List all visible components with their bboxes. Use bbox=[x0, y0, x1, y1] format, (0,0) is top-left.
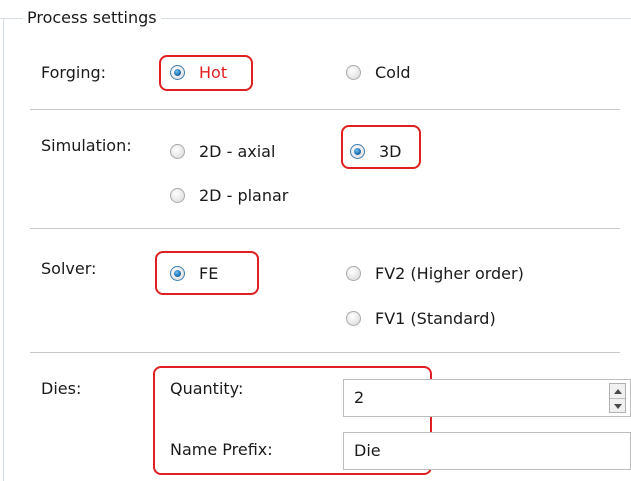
dies-label: Dies: bbox=[41, 379, 82, 398]
solver-fe-label: FE bbox=[199, 264, 219, 283]
solver-fe-radio[interactable]: FE bbox=[170, 264, 218, 283]
up-down-spinner-icon[interactable] bbox=[609, 383, 626, 413]
simulation-label: Simulation: bbox=[41, 136, 132, 155]
group-border-left bbox=[3, 18, 4, 481]
radio-unselected-icon bbox=[170, 144, 185, 159]
radio-unselected-icon bbox=[346, 266, 361, 281]
quantity-value: 2 bbox=[354, 388, 365, 407]
radio-selected-icon bbox=[170, 65, 185, 80]
name-prefix-value: Die bbox=[354, 441, 381, 460]
solver-fv2-label: FV2 (Higher order) bbox=[375, 264, 524, 283]
simulation-2d-axial-radio[interactable]: 2D - axial bbox=[170, 142, 275, 161]
simulation-2d-planar-label: 2D - planar bbox=[199, 186, 289, 205]
quantity-label: Quantity: bbox=[170, 379, 244, 398]
solver-fv1-label: FV1 (Standard) bbox=[375, 309, 496, 328]
quantity-stepper[interactable]: 2 bbox=[343, 379, 631, 417]
spin-down-button[interactable] bbox=[610, 398, 625, 413]
spin-up-button[interactable] bbox=[610, 384, 625, 398]
simulation-3d-radio[interactable]: 3D bbox=[350, 142, 402, 161]
forging-label: Forging: bbox=[41, 63, 107, 82]
name-prefix-label: Name Prefix: bbox=[170, 440, 273, 459]
radio-selected-icon bbox=[350, 144, 365, 159]
radio-unselected-icon bbox=[346, 65, 361, 80]
forging-cold-label: Cold bbox=[375, 63, 411, 82]
simulation-3d-label: 3D bbox=[379, 142, 402, 161]
forging-hot-label: Hot bbox=[199, 63, 228, 82]
arrow-up-icon bbox=[613, 388, 622, 394]
solver-label: Solver: bbox=[41, 259, 97, 278]
radio-unselected-icon bbox=[346, 311, 361, 326]
separator-1 bbox=[30, 109, 620, 110]
separator-3 bbox=[30, 352, 620, 353]
radio-unselected-icon bbox=[170, 188, 185, 203]
forging-hot-radio[interactable]: Hot bbox=[170, 63, 227, 82]
separator-2 bbox=[30, 228, 620, 229]
name-prefix-field[interactable]: Die bbox=[343, 432, 631, 470]
group-title: Process settings bbox=[23, 6, 161, 30]
solver-fv1-radio[interactable]: FV1 (Standard) bbox=[346, 309, 496, 328]
forging-cold-radio[interactable]: Cold bbox=[346, 63, 411, 82]
solver-fv2-radio[interactable]: FV2 (Higher order) bbox=[346, 264, 524, 283]
arrow-down-icon bbox=[613, 403, 622, 409]
simulation-2d-axial-label: 2D - axial bbox=[199, 142, 276, 161]
simulation-2d-planar-radio[interactable]: 2D - planar bbox=[170, 186, 288, 205]
radio-selected-icon bbox=[170, 266, 185, 281]
